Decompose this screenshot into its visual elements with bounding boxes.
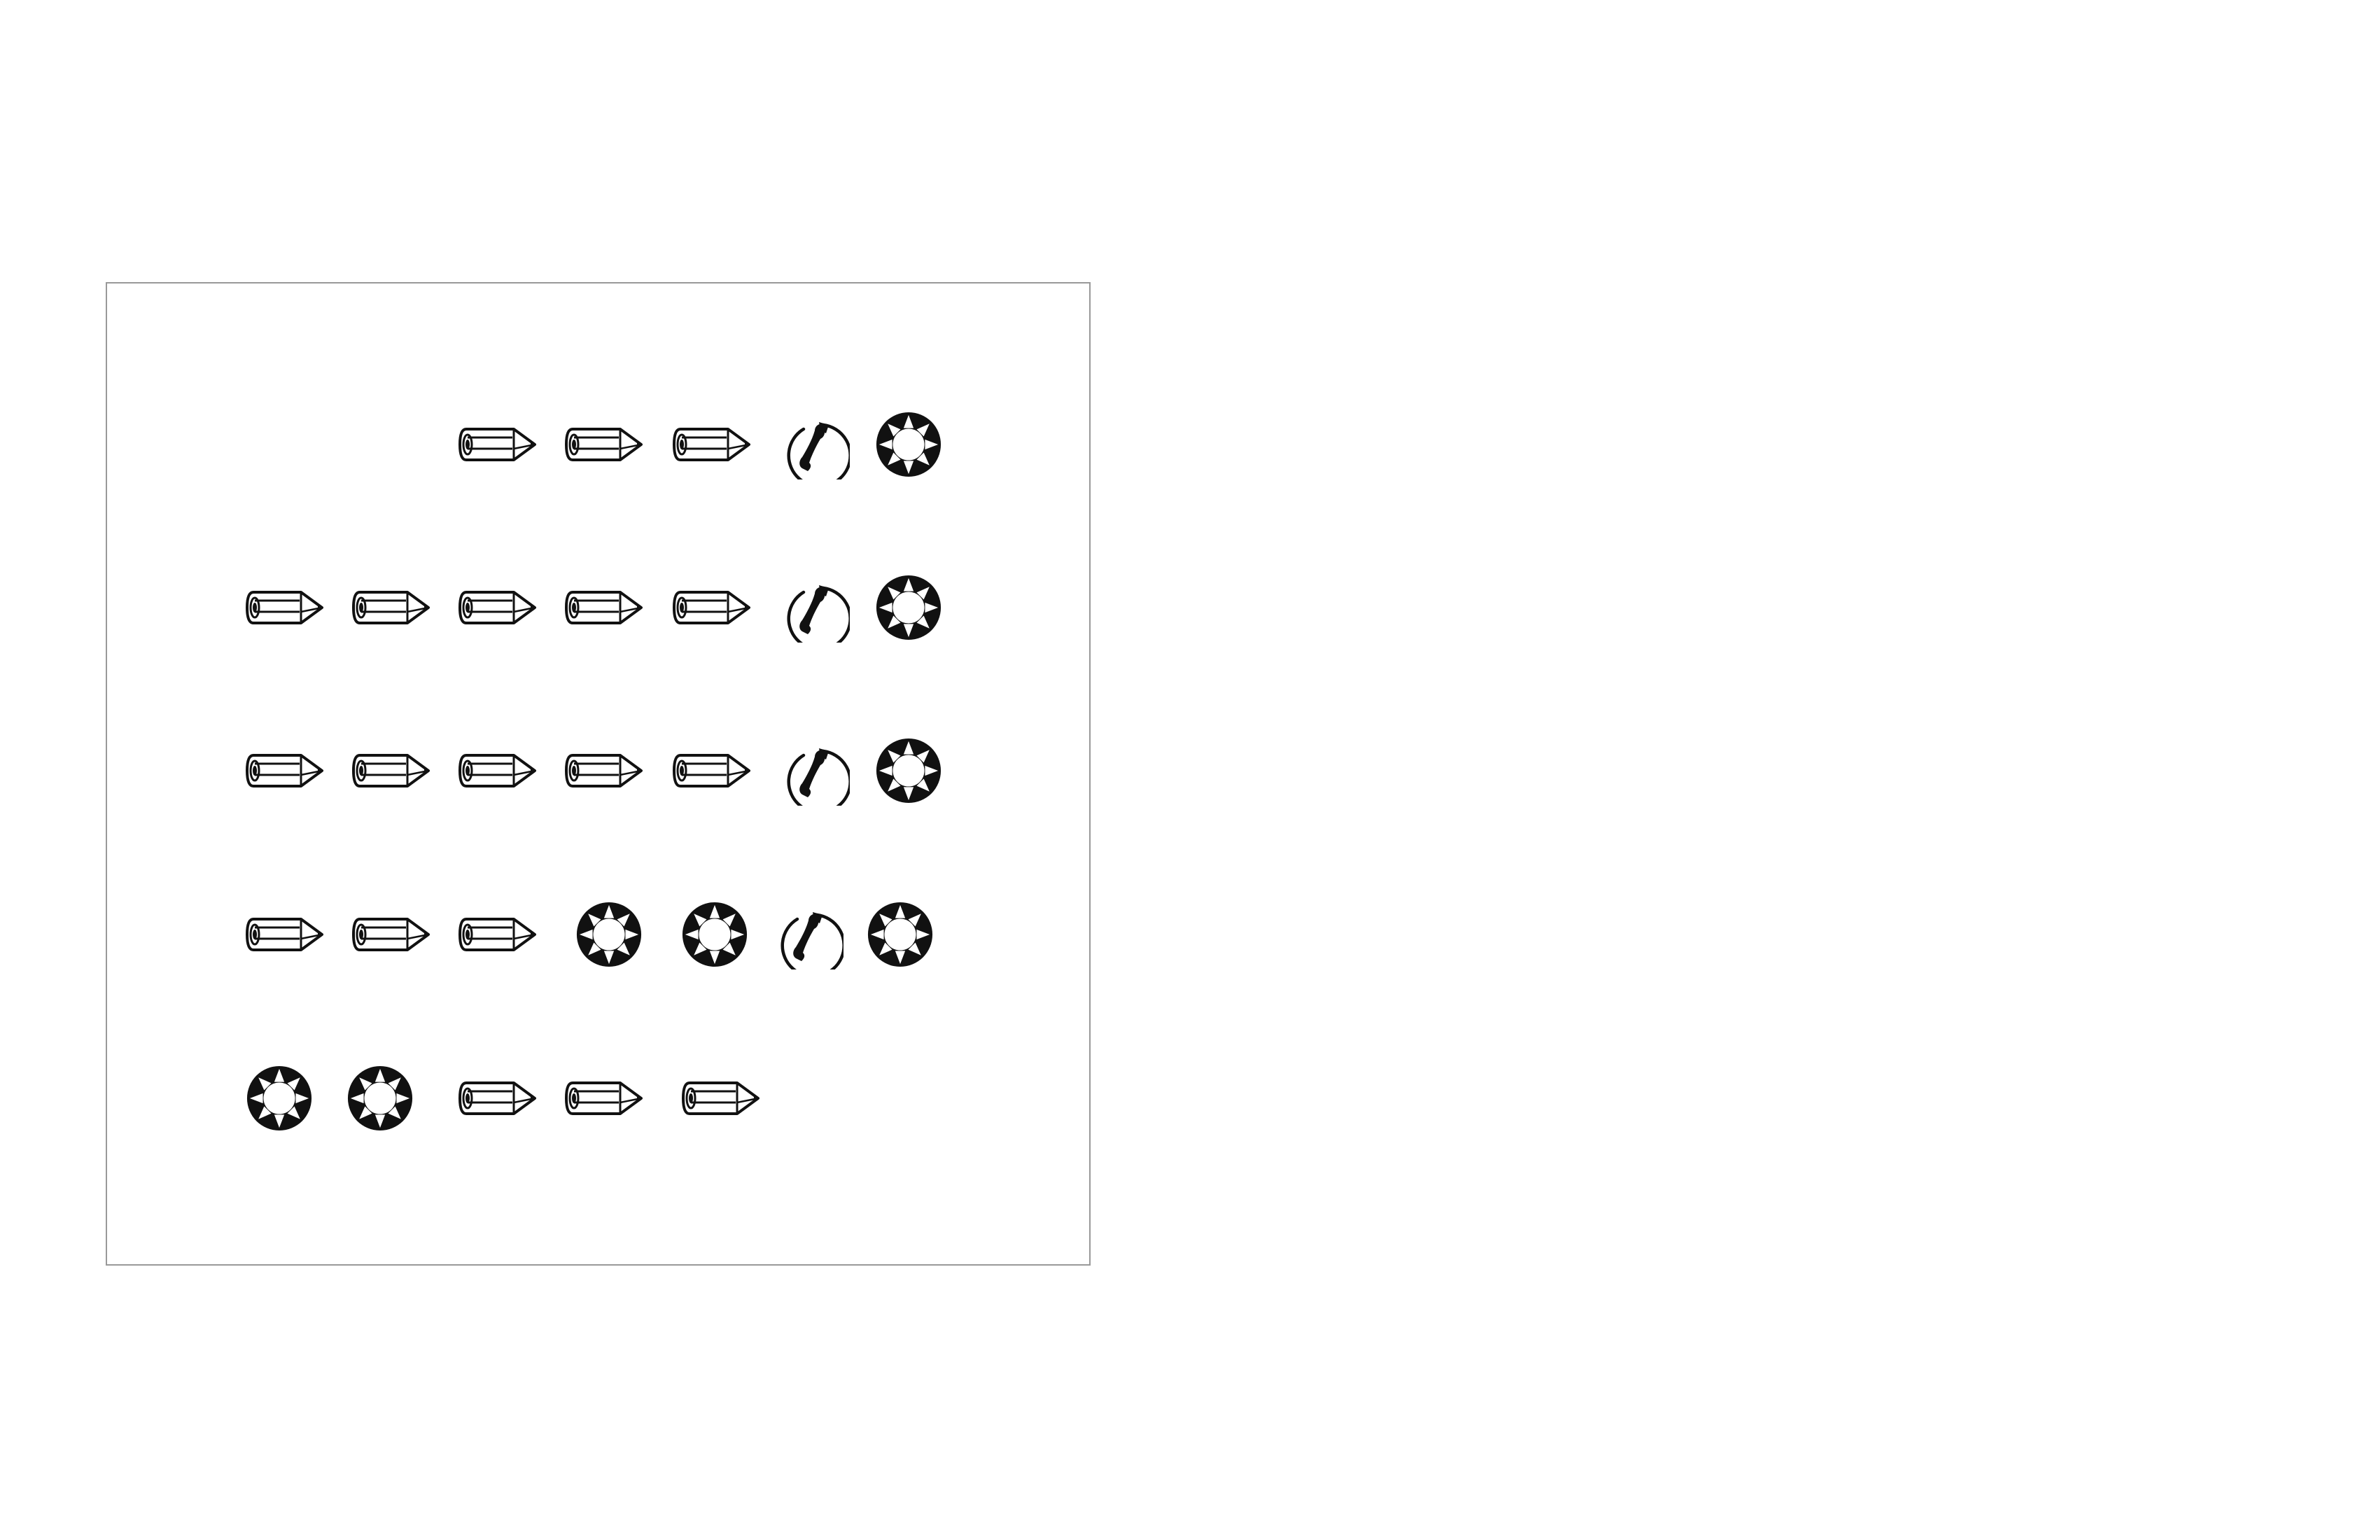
pencil-icon bbox=[458, 591, 536, 624]
pencil-icon bbox=[565, 754, 643, 788]
pencil-icon bbox=[458, 754, 536, 788]
pencil-icon bbox=[565, 428, 643, 461]
sun-icon bbox=[246, 1065, 312, 1131]
sun-icon bbox=[682, 902, 748, 967]
pencil-icon bbox=[673, 754, 750, 788]
pencil-icon bbox=[458, 428, 536, 461]
sun-icon bbox=[867, 902, 933, 967]
sun-icon bbox=[876, 738, 941, 804]
sun-icon bbox=[347, 1065, 413, 1131]
pencil-icon bbox=[352, 591, 430, 624]
telephone-icon bbox=[787, 422, 850, 479]
glyph-rows bbox=[107, 284, 1089, 1264]
telephone-icon bbox=[787, 585, 850, 643]
telephone-icon bbox=[787, 748, 850, 806]
pencil-icon bbox=[682, 1082, 760, 1115]
pencil-icon bbox=[565, 591, 643, 624]
sun-icon bbox=[876, 575, 941, 640]
symbol-panel bbox=[106, 282, 1091, 1266]
telephone-icon bbox=[780, 912, 844, 969]
sun-icon bbox=[576, 902, 642, 967]
pencil-icon bbox=[673, 591, 750, 624]
sun-icon bbox=[876, 412, 941, 477]
pencil-icon bbox=[565, 1082, 643, 1115]
pencil-icon bbox=[673, 428, 750, 461]
pencil-icon bbox=[352, 754, 430, 788]
pencil-icon bbox=[246, 754, 323, 788]
pencil-icon bbox=[352, 918, 430, 951]
pencil-icon bbox=[246, 918, 323, 951]
pencil-icon bbox=[246, 591, 323, 624]
pencil-icon bbox=[458, 918, 536, 951]
pencil-icon bbox=[458, 1082, 536, 1115]
